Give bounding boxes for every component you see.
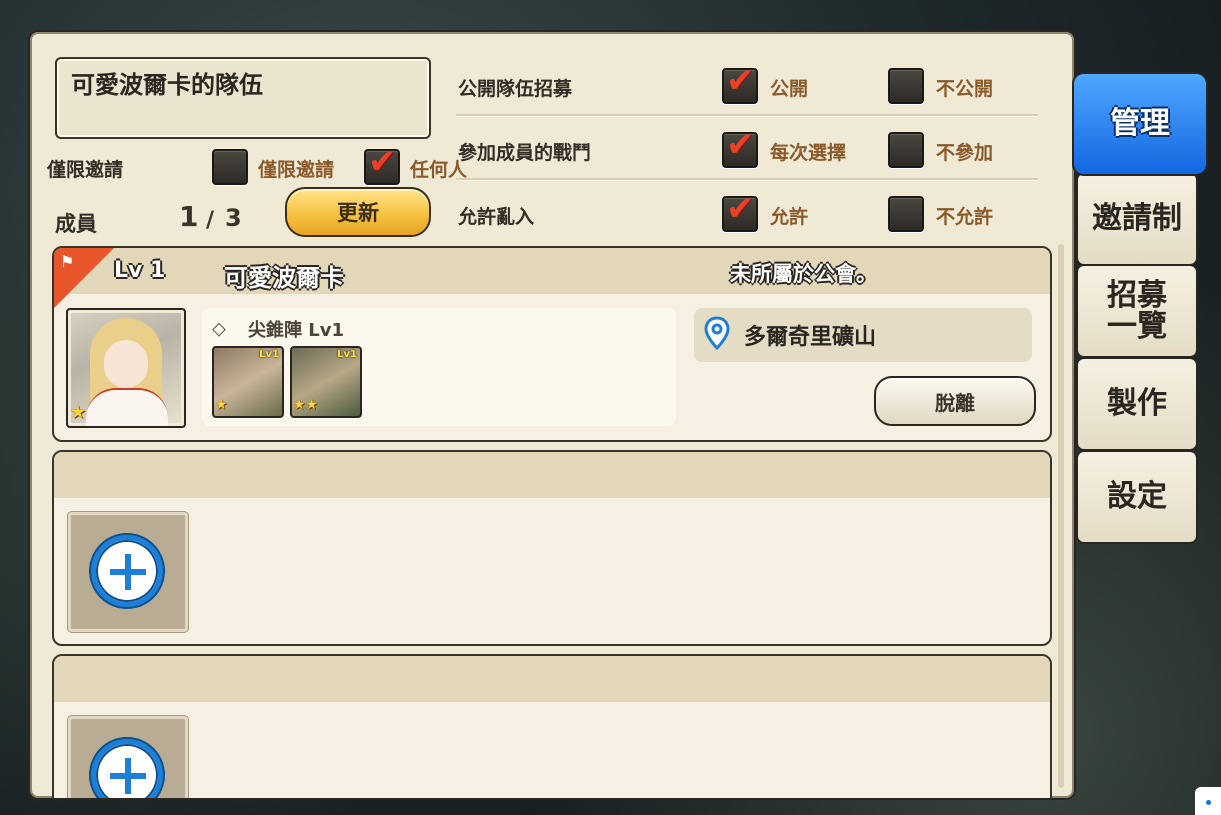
location-name: 多爾奇里礦山 — [744, 325, 877, 350]
update-button[interactable]: 更新 — [285, 187, 431, 237]
public-label: 公開 — [770, 78, 809, 100]
not-participate-checkbox[interactable] — [888, 132, 924, 168]
dot-icon — [1206, 800, 1211, 805]
divider — [456, 114, 1038, 117]
add-member-button[interactable] — [68, 716, 188, 798]
formation-icon: ⬦ — [212, 316, 226, 340]
tab-recruit-list-line1: 招募 — [1107, 277, 1167, 313]
members-current: 1 — [179, 200, 199, 233]
invite-setting-label: 僅限邀請 — [47, 159, 124, 181]
tab-settings[interactable]: 設定 — [1076, 450, 1198, 544]
disallow-label: 不允許 — [936, 206, 994, 228]
choose-each-time-checkbox[interactable]: ✔ — [722, 128, 758, 168]
formation-name: 尖錐陣 Lv1 — [248, 320, 344, 341]
members-separator: / — [206, 208, 215, 233]
anyone-checkbox[interactable]: ✔ — [364, 145, 400, 185]
public-checkbox[interactable]: ✔ — [722, 64, 758, 104]
formation-panel: ⬦ 尖錐陣 Lv1 Lv1 ★ Lv1 ★★ — [202, 308, 676, 426]
member-slot-header — [54, 248, 1050, 294]
public-recruit-label: 公開隊伍招募 — [458, 78, 573, 100]
divider — [456, 178, 1038, 181]
check-icon: ✔ — [726, 189, 755, 229]
guild-status: 未所屬於公會。 — [730, 262, 877, 286]
companion-portrait-2[interactable]: Lv1 ★★ — [290, 346, 362, 418]
companion-level: Lv1 — [337, 349, 357, 360]
star-icon: ★ — [215, 397, 228, 413]
leave-button[interactable]: 脫離 — [874, 376, 1036, 426]
member-slot-1: ⚑ Lv 1 可愛波爾卡 未所屬於公會。 ★ ⬦ 尖錐陣 Lv1 Lv1 ★ L… — [52, 246, 1052, 442]
member-slot-header — [54, 452, 1050, 498]
check-icon: ✔ — [726, 125, 755, 165]
tab-invite-system[interactable]: 邀請制 — [1076, 172, 1198, 266]
star-icon: ★ — [70, 402, 87, 423]
add-member-button[interactable] — [68, 512, 188, 632]
allow-label: 允許 — [770, 206, 809, 228]
members-label: 成員 — [55, 212, 97, 236]
tab-recruit-list[interactable]: 招募 一覽 — [1076, 264, 1198, 358]
choose-each-time-label: 每次選擇 — [770, 142, 847, 164]
tab-recruit-list-line2: 一覽 — [1107, 309, 1167, 344]
allow-intrusion-label: 允許亂入 — [458, 206, 535, 228]
member-battle-label: 參加成員的戰鬥 — [458, 142, 592, 164]
member-location: 多爾奇里礦山 — [694, 308, 1032, 362]
plus-circle-icon — [91, 739, 163, 798]
empty-member-slot-2 — [52, 450, 1052, 646]
tab-craft[interactable]: 製作 — [1076, 357, 1198, 451]
member-slot-header — [54, 656, 1050, 702]
party-name: 可愛波爾卡的隊伍 — [71, 71, 263, 99]
member-name: 可愛波爾卡 — [224, 264, 344, 292]
member-portrait[interactable]: ★ — [66, 308, 186, 428]
members-max: 3 — [225, 204, 242, 232]
flag-icon: ⚑ — [60, 252, 75, 271]
check-icon: ✔ — [726, 61, 755, 101]
invite-only-label: 僅限邀請 — [258, 159, 335, 181]
location-pin-icon — [704, 316, 730, 350]
star-icon: ★★ — [293, 397, 319, 413]
scrollbar[interactable] — [1058, 244, 1064, 788]
party-name-field[interactable]: 可愛波爾卡的隊伍 — [55, 57, 431, 139]
party-management-panel: 可愛波爾卡的隊伍 僅限邀請 僅限邀請 ✔ 任何人 成員 1 / 3 更新 公開隊… — [28, 30, 1076, 800]
allow-checkbox[interactable]: ✔ — [722, 192, 758, 232]
not-participate-label: 不參加 — [936, 142, 994, 164]
plus-circle-icon — [91, 535, 163, 607]
private-checkbox[interactable] — [888, 68, 924, 104]
companion-level: Lv1 — [259, 349, 279, 360]
member-level: Lv 1 — [114, 258, 166, 283]
empty-member-slot-3 — [52, 654, 1052, 798]
check-icon: ✔ — [368, 142, 397, 182]
disallow-checkbox[interactable] — [888, 196, 924, 232]
system-overlay-button[interactable] — [1195, 787, 1221, 815]
companion-portrait-1[interactable]: Lv1 ★ — [212, 346, 284, 418]
tab-manage[interactable]: 管理 — [1072, 72, 1208, 176]
invite-only-checkbox[interactable] — [212, 149, 248, 185]
private-label: 不公開 — [936, 78, 994, 100]
